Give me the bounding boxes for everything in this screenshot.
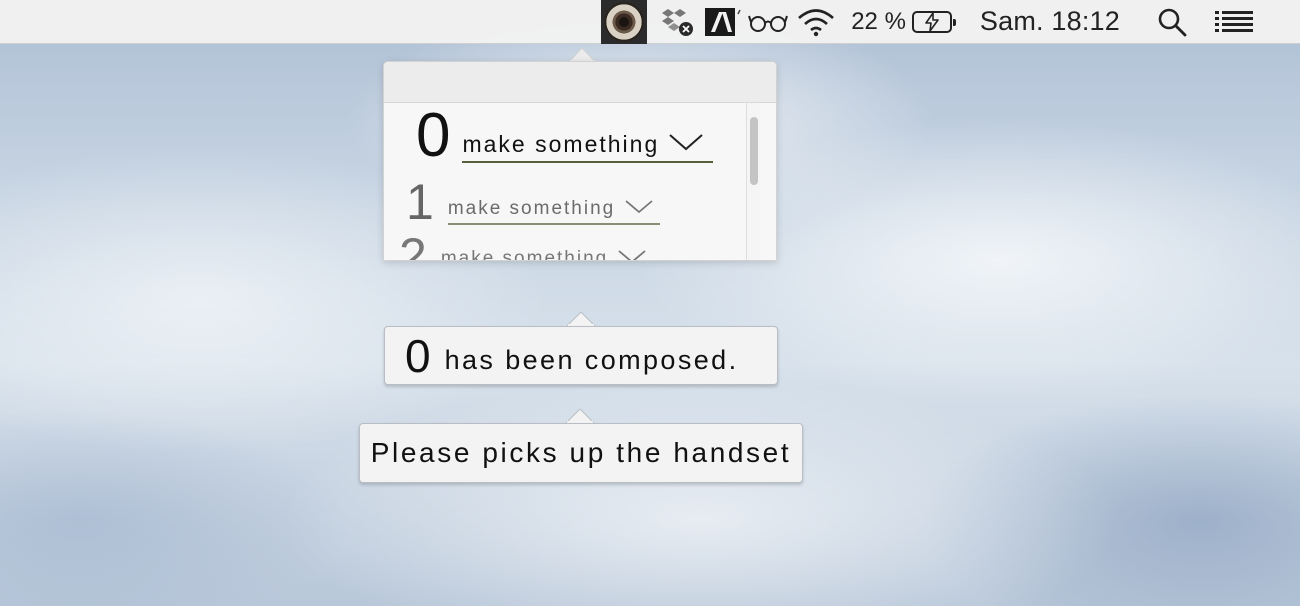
rotary-dial-icon <box>604 1 645 42</box>
list-item[interactable]: 0 make something <box>416 101 714 170</box>
action-dropdown[interactable]: make something <box>447 198 660 225</box>
scrollbar-thumb[interactable] <box>750 117 758 185</box>
list-icon[interactable] <box>1212 0 1256 44</box>
rotary-dial-app-icon[interactable] <box>601 0 648 44</box>
action-dropdown[interactable]: make something <box>440 248 653 261</box>
wifi-icon[interactable] <box>793 0 839 44</box>
dial-digit: 2 <box>399 228 427 261</box>
action-dropdown-label: make something <box>462 131 660 157</box>
list-item[interactable]: 1 make something <box>406 177 660 227</box>
popover-arrow <box>569 48 595 62</box>
dropbox-icon[interactable] <box>655 0 699 44</box>
composed-notification: 0 has been composed. <box>384 326 778 385</box>
dial-list[interactable]: 0 make something 1 make something 2 make… <box>384 101 776 261</box>
scrollbar[interactable] <box>746 103 760 260</box>
composed-bubble-arrow <box>567 312 595 326</box>
list-item[interactable]: 2 make something <box>399 228 653 261</box>
handset-notification: Please picks up the handset <box>359 423 803 483</box>
composed-message: has been composed. <box>444 345 739 375</box>
chevron-down-icon <box>669 133 703 156</box>
action-dropdown[interactable]: make something <box>462 131 714 163</box>
search-icon[interactable] <box>1152 0 1192 44</box>
chevron-down-icon <box>618 249 646 260</box>
dial-popover: 0 make something 1 make something 2 make… <box>383 61 777 261</box>
dial-digit: 1 <box>406 174 434 230</box>
dial-digit: 0 <box>416 101 451 170</box>
action-dropdown-label: make something <box>447 198 616 219</box>
menubar-clock[interactable]: Sam. 18:12 <box>980 0 1120 44</box>
battery-charging-icon <box>911 10 956 33</box>
handset-bubble-arrow <box>566 409 594 423</box>
chevron-down-icon <box>625 199 653 219</box>
battery-percent: 22 % <box>851 7 906 35</box>
menu-bar: 22 % Sam. 18:12 <box>0 0 1300 44</box>
glasses-icon[interactable] <box>743 0 793 44</box>
composed-digit: 0 <box>405 329 431 382</box>
battery-status[interactable]: 22 % <box>851 0 956 44</box>
adobe-icon[interactable] <box>703 0 743 44</box>
handset-message: Please picks up the handset <box>370 437 792 468</box>
action-dropdown-label: make something <box>440 248 609 261</box>
popover-header <box>384 62 776 103</box>
